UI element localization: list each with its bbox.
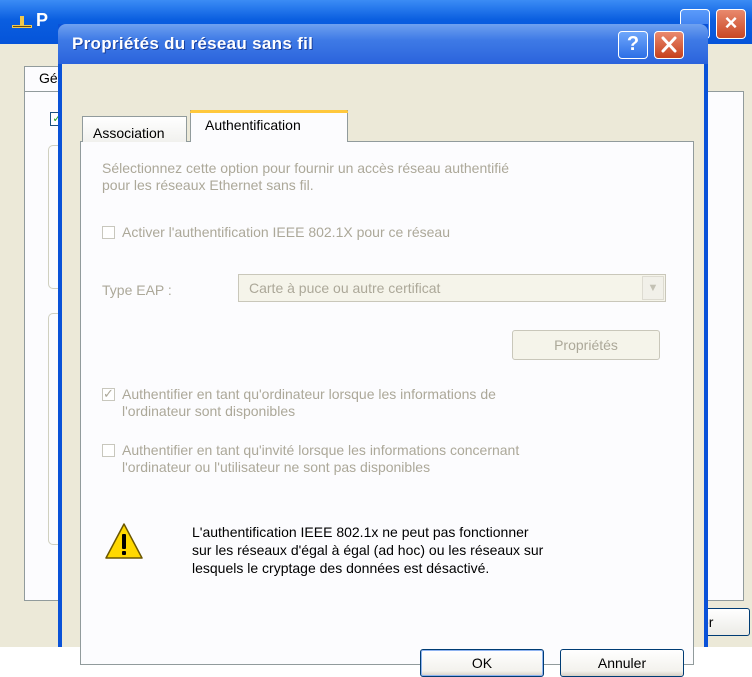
intro-text-line1: Sélectionnez cette option pour fournir u…: [102, 160, 510, 176]
auth-as-guest-checkbox[interactable]: [102, 444, 115, 457]
network-connection-icon: [12, 16, 32, 28]
enable-8021x-checkbox[interactable]: [102, 226, 115, 239]
background-window-title: P: [36, 10, 49, 30]
auth-as-guest-label-line2: l'ordinateur ou l'utilisateur ne sont pa…: [122, 459, 431, 475]
check-icon: ✓: [103, 386, 114, 401]
warning-icon: [105, 523, 143, 559]
tab-authentication[interactable]: Authentification: [190, 110, 348, 142]
close-icon: [661, 36, 677, 53]
dialog-title-bar[interactable]: Propriétés du réseau sans fil ?: [58, 24, 708, 64]
auth-as-guest-label-line1: Authentifier en tant qu'invité lorsque l…: [122, 442, 520, 458]
enable-8021x-label: Activer l'authentification IEEE 802.1X p…: [122, 224, 450, 240]
eap-type-label: Type EAP :: [102, 282, 172, 298]
help-icon: ?: [626, 33, 640, 55]
auth-as-computer-label-line1: Authentifier en tant qu'ordinateur lorsq…: [122, 386, 496, 402]
chevron-down-icon[interactable]: ▼: [642, 276, 664, 300]
close-button[interactable]: [654, 31, 684, 59]
tab-association-label: Association: [93, 125, 165, 141]
dialog-title: Propriétés du réseau sans fil: [72, 34, 314, 53]
warning-line3: lesquels le cryptage des données est dés…: [192, 560, 490, 576]
eap-type-select[interactable]: Carte à puce ou autre certificat ▼: [238, 274, 666, 302]
properties-button-label: Propriétés: [554, 337, 618, 353]
warning-message: L'authentification IEEE 802.1x ne peut p…: [192, 523, 662, 577]
wireless-properties-dialog: Propriétés du réseau sans fil ? Associat…: [58, 24, 708, 677]
background-close-button[interactable]: ×: [716, 9, 746, 39]
warning-line2: sur les réseaux d'égal à égal (ad hoc) o…: [192, 542, 544, 558]
dialog-client-area: Association Authentification Sélectionne…: [62, 64, 704, 677]
eap-type-value: Carte à puce ou autre certificat: [249, 280, 441, 296]
cancel-button-label: Annuler: [597, 655, 647, 671]
properties-button[interactable]: Propriétés: [512, 330, 660, 360]
intro-text-line2: pour les réseaux Ethernet sans fil.: [102, 177, 314, 193]
tab-association[interactable]: Association: [82, 116, 187, 142]
help-button[interactable]: ?: [618, 31, 648, 59]
auth-as-computer-checkbox[interactable]: ✓: [102, 386, 115, 401]
cancel-button[interactable]: Annuler: [560, 649, 684, 677]
close-icon: ×: [724, 10, 738, 35]
tab-authentication-label: Authentification: [205, 117, 301, 133]
ok-button[interactable]: OK: [420, 649, 544, 677]
auth-as-computer-label-line2: l'ordinateur sont disponibles: [122, 403, 296, 419]
ok-button-label: OK: [471, 655, 493, 671]
warning-line1: L'authentification IEEE 802.1x ne peut p…: [192, 524, 529, 540]
